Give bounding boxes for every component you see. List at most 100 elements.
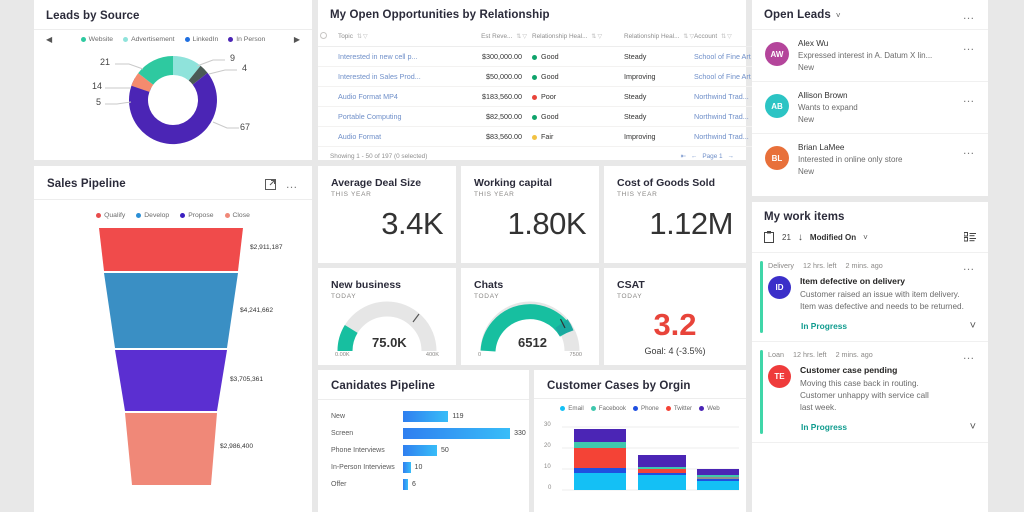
row-select[interactable]	[318, 46, 336, 67]
sort-filter-icons[interactable]: ⇅▽	[516, 34, 528, 40]
legend-item[interactable]: Develop	[136, 212, 169, 219]
list-item[interactable]: BL Brian LaMee Interested in online only…	[752, 133, 988, 185]
funnel-segment-qualify[interactable]	[99, 228, 243, 271]
table-row[interactable]: Interested in new cell p... $300,000.00 …	[318, 46, 770, 67]
legend-item[interactable]: Phone	[632, 405, 659, 412]
bar-row[interactable]: New 119	[318, 408, 529, 425]
bar-segment-email[interactable]	[574, 473, 626, 490]
chevron-left-icon[interactable]: ◀	[42, 35, 56, 44]
more-icon[interactable]: …	[963, 92, 977, 104]
bar-segment-twitter[interactable]	[574, 448, 626, 468]
list-item[interactable]: AB Allison Brown Wants to expand New …	[752, 81, 988, 133]
column-header-revenue[interactable]: Est Reve... ⇅▽	[448, 29, 530, 47]
gauge-card-chats[interactable]: Chats TODAY 6512 0 7500	[461, 268, 599, 365]
cell-topic[interactable]: Interested in new cell p...	[336, 46, 448, 67]
cell-topic[interactable]: Interested in Sales Prod...	[336, 66, 448, 87]
bar-segment-phone[interactable]	[697, 479, 739, 481]
legend-item[interactable]: Advertisement	[123, 36, 175, 43]
sort-filter-icons[interactable]: ⇅▽	[357, 34, 369, 40]
legend-item[interactable]: In Person	[228, 36, 265, 43]
more-icon[interactable]: …	[963, 9, 977, 21]
work-item[interactable]: Delivery 12 hrs. left 2 mins. ago … ID I…	[752, 253, 988, 343]
funnel-segment-develop[interactable]	[104, 273, 238, 348]
legend-item[interactable]: Propose	[180, 212, 214, 219]
legend-item[interactable]: Web	[699, 405, 720, 412]
table-row[interactable]: Portable Computing $82,500.00 Good Stead…	[318, 106, 770, 127]
bar-row[interactable]: Offer 6	[318, 476, 529, 493]
table-footer: Showing 1 - 50 of 197 (0 selected) ⇤ ← P…	[318, 147, 746, 161]
bar-segment-twitter[interactable]	[697, 477, 739, 479]
legend-item[interactable]: Twitter	[665, 405, 692, 412]
work-item[interactable]: Loan 12 hrs. left 2 mins. ago … TE Custo…	[752, 342, 988, 444]
funnel-segment-close[interactable]	[125, 413, 217, 485]
more-icon[interactable]: …	[286, 178, 300, 190]
bar-row[interactable]: In-Person Interviews 10	[318, 459, 529, 476]
funnel-segment-propose[interactable]	[115, 350, 227, 411]
cell-topic[interactable]: Portable Computing	[336, 106, 448, 127]
open-leads-title-group[interactable]: Open Leads ˅	[764, 9, 841, 21]
legend-swatch	[224, 213, 230, 218]
arrow-down-icon[interactable]: ↓	[798, 232, 803, 243]
prev-page-icon[interactable]: ←	[691, 153, 697, 160]
bar-segment-web[interactable]	[574, 429, 626, 442]
sort-filter-icons[interactable]: ⇅▽	[721, 34, 733, 40]
bar-segment-email[interactable]	[638, 475, 686, 490]
table-row[interactable]: Audio Format MP4 $183,560.00 Poor Steady…	[318, 86, 770, 107]
column-header-health-trend[interactable]: Relationship Heal... ⇅▽	[622, 29, 694, 47]
avatar-initials: BL	[771, 153, 783, 163]
kpi-card-working-capital[interactable]: Working capital THIS YEAR 1.80K	[461, 166, 599, 263]
bar-segment-phone[interactable]	[638, 473, 686, 475]
more-icon[interactable]: …	[963, 40, 977, 52]
kpi-card-cost-of-goods-sold[interactable]: Cost of Goods Sold THIS YEAR 1.12M	[604, 166, 746, 263]
list-item[interactable]: AW Alex Wu Expressed interest in A. Datu…	[752, 29, 988, 81]
bar-segment-phone[interactable]	[574, 468, 626, 473]
more-icon[interactable]: …	[963, 144, 977, 156]
chevron-down-icon[interactable]: ˅	[836, 11, 841, 20]
legend-item[interactable]: Email	[560, 405, 584, 412]
bar-segment-twitter[interactable]	[638, 469, 686, 473]
bar-segment-facebook[interactable]	[638, 467, 686, 469]
select-all-cell[interactable]	[318, 29, 336, 47]
legend-item[interactable]: Website	[80, 36, 113, 43]
gauge-card-new-business[interactable]: New business TODAY 75.0K 0.00K 400K	[318, 268, 456, 365]
bar-segment-web[interactable]	[697, 469, 739, 475]
sort-filter-icons[interactable]: ⇅▽	[591, 34, 603, 40]
chevron-right-icon[interactable]: ▶	[290, 35, 304, 44]
chevron-down-icon[interactable]: ˅	[970, 421, 976, 433]
legend-item[interactable]: Qualify	[96, 212, 125, 219]
table-row[interactable]: Interested in Sales Prod... $50,000.00 G…	[318, 66, 770, 87]
first-page-icon[interactable]: ⇤	[681, 152, 686, 160]
legend-label: Advertisement	[131, 36, 175, 43]
legend-item[interactable]: Close	[224, 212, 250, 219]
column-header-health[interactable]: Relationship Heal... ⇅▽	[530, 29, 622, 47]
pagination[interactable]: ⇤ ← Page 1 →	[681, 152, 734, 161]
sort-field-label[interactable]: Modified On	[810, 233, 856, 242]
legend-item[interactable]: Facebook	[590, 405, 626, 412]
row-select[interactable]	[318, 66, 336, 87]
more-icon[interactable]: …	[963, 349, 977, 361]
kpi-card-csat[interactable]: CSAT TODAY 3.2 Goal: 4 (-3.5%)	[604, 268, 746, 365]
expand-icon[interactable]	[264, 178, 276, 190]
row-select[interactable]	[318, 126, 336, 147]
row-select[interactable]	[318, 86, 336, 107]
table-row[interactable]: Audio Format $83,560.00 Fair Improving N…	[318, 126, 770, 147]
column-header-topic[interactable]: Topic ⇅▽	[336, 29, 448, 47]
chevron-down-icon[interactable]: ˅	[970, 320, 976, 332]
bar-row[interactable]: Screen 330	[318, 425, 529, 442]
next-page-icon[interactable]: →	[728, 153, 734, 160]
select-all-checkbox[interactable]	[320, 32, 327, 39]
bar-row[interactable]: Phone Interviews 50	[318, 442, 529, 459]
row-select[interactable]	[318, 106, 336, 127]
list-view-icon[interactable]	[964, 232, 976, 242]
kpi-card-average-deal-size[interactable]: Average Deal Size THIS YEAR 3.4K	[318, 166, 456, 263]
chevron-down-icon[interactable]: ˅	[863, 233, 868, 242]
bar-segment-facebook[interactable]	[697, 475, 739, 477]
more-icon[interactable]: …	[963, 260, 977, 272]
work-item-category: Loan	[768, 350, 784, 360]
legend-item[interactable]: LinkedIn	[184, 36, 218, 43]
cell-topic[interactable]: Audio Format MP4	[336, 86, 448, 107]
cell-topic[interactable]: Audio Format	[336, 126, 448, 147]
bar-segment-email[interactable]	[697, 481, 739, 490]
bar-segment-facebook[interactable]	[574, 442, 626, 448]
bar-segment-web[interactable]	[638, 455, 686, 467]
